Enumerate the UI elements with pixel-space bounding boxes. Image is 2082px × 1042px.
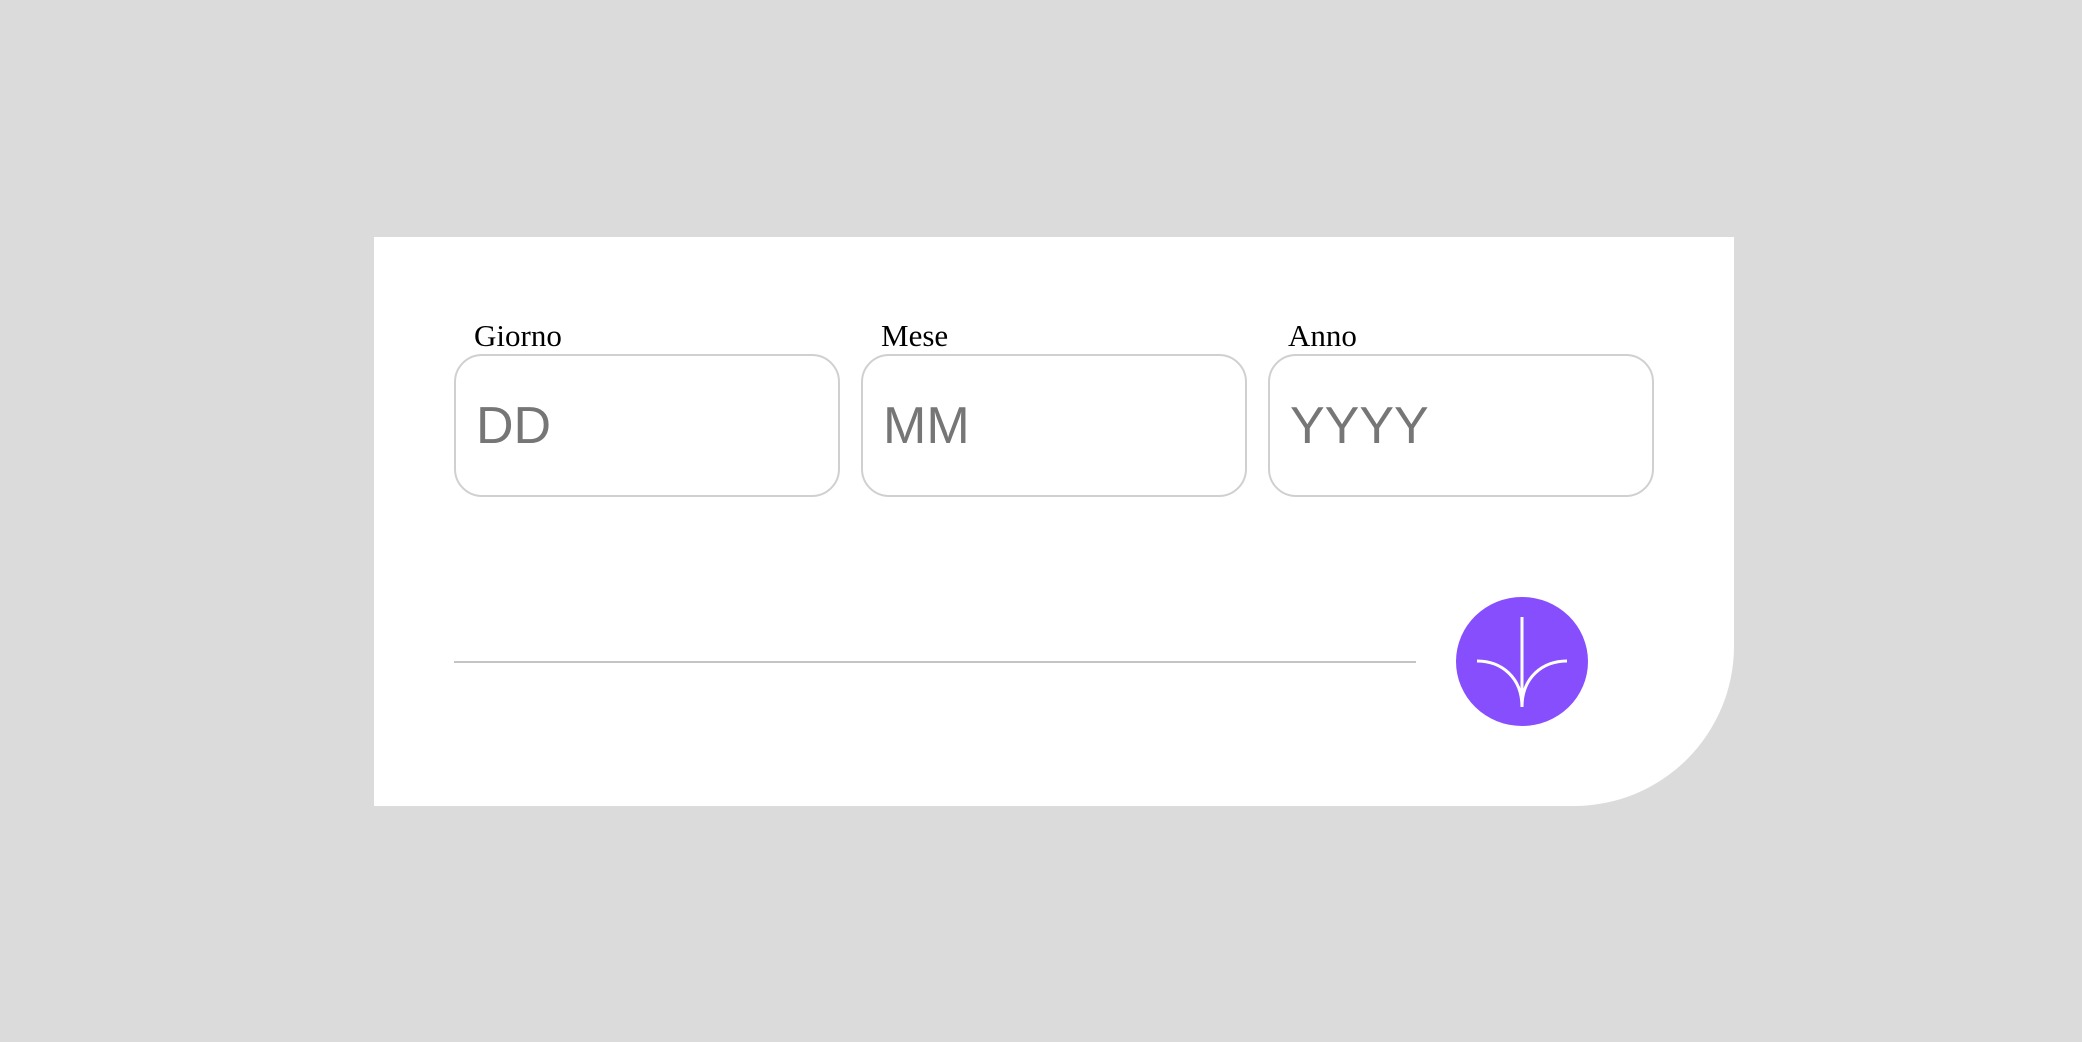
form-divider	[454, 661, 1416, 663]
submit-button[interactable]	[1456, 597, 1588, 726]
month-input[interactable]	[861, 354, 1247, 497]
day-input[interactable]	[454, 354, 840, 497]
arrow-down-icon	[1476, 617, 1568, 708]
month-label: Mese	[881, 318, 949, 353]
day-label: Giorno	[474, 318, 562, 353]
year-label: Anno	[1288, 318, 1357, 353]
year-input[interactable]	[1268, 354, 1654, 497]
